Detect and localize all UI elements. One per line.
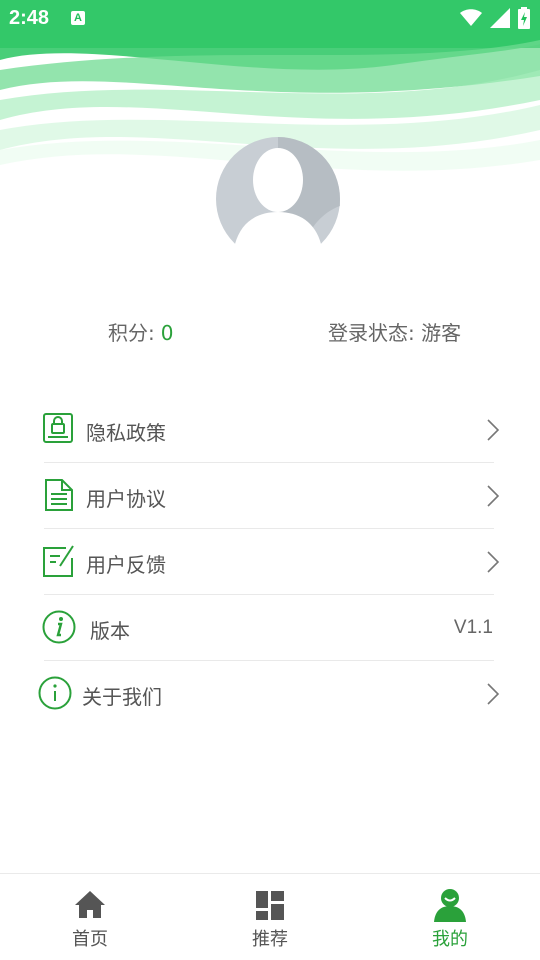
login-status: 登录状态: 游客 [328,321,462,345]
chevron-right-icon [487,485,500,507]
menu-item-label: 隐私政策 [86,421,166,445]
nav-label: 首页 [72,929,108,950]
menu-item-version: 版本 V1.1 [0,595,540,661]
wifi-icon [460,9,482,26]
score-label: 积分: [108,321,155,345]
menu-item-about-us[interactable]: 关于我们 [0,661,540,727]
status-bar: 2:48 A [0,0,540,36]
status-icons [460,7,530,29]
battery-icon [518,7,530,29]
feedback-edit-icon [43,545,74,577]
status-time: 2:48 [9,7,50,29]
signal-icon [490,8,510,28]
profile-info-row: 积分: 0 登录状态: 游客 [0,313,540,349]
chevron-right-icon [487,419,500,441]
score: 积分: 0 [108,317,173,346]
version-value: V1.1 [453,617,493,638]
avatar[interactable] [215,136,341,244]
score-value: 0 [160,321,174,345]
menu-item-user-agreement[interactable]: 用户协议 [0,463,540,529]
bottom-navigation: 首页 推荐 我的 [0,873,540,960]
avatar-placeholder-icon [216,137,340,244]
nav-item-mine[interactable]: 我的 [360,874,540,960]
chevron-right-icon [487,683,500,705]
menu-item-feedback[interactable]: 用户反馈 [0,529,540,595]
settings-menu: 隐私政策 用户协议 用户反馈 版本 V1.1 关于我们 [0,397,540,727]
dashboard-icon [256,891,284,920]
document-icon [45,479,73,511]
notification-icon: A [71,11,85,25]
menu-item-privacy-policy[interactable]: 隐私政策 [0,397,540,463]
person-icon [434,889,466,922]
home-icon [75,891,105,918]
info-italic-icon [42,610,76,644]
chevron-right-icon [487,551,500,573]
info-icon [38,676,72,710]
nav-label: 我的 [432,929,468,950]
lock-document-icon [43,413,73,443]
menu-item-label: 用户协议 [86,487,166,511]
nav-item-recommend[interactable]: 推荐 [180,874,360,960]
menu-item-label: 用户反馈 [86,553,166,577]
nav-label: 推荐 [252,929,288,950]
menu-item-label: 关于我们 [82,685,162,709]
nav-item-home[interactable]: 首页 [0,874,180,960]
menu-item-label: 版本 [90,619,130,643]
